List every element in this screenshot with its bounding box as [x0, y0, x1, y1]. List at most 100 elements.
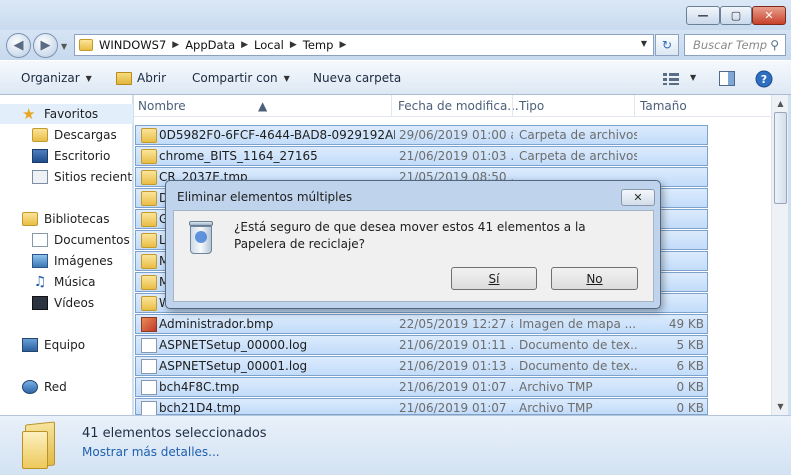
search-icon[interactable]: ⚲ — [770, 38, 779, 52]
file-type: Archivo TMP — [519, 380, 593, 394]
close-window-button[interactable]: ✕ — [752, 6, 786, 25]
folder-icon — [141, 275, 157, 290]
nav-music[interactable]: ♫ Música — [0, 272, 133, 292]
nav-libraries[interactable]: Bibliotecas — [0, 209, 133, 229]
navigation-pane: ★ Favoritos Descargas Escritorio Sitios … — [0, 95, 133, 415]
chevron-down-icon: ▼ — [85, 73, 92, 83]
yes-button[interactable]: Sí — [451, 267, 537, 290]
breadcrumb-separator-icon[interactable]: ▶ — [339, 40, 346, 50]
refresh-button[interactable]: ↻ — [655, 34, 679, 56]
file-row[interactable]: 0D5982F0-6FCF-4644-BAD8-0929192AED27 29/… — [135, 125, 708, 145]
breadcrumb-appdata[interactable]: AppData — [185, 38, 235, 52]
nav-desktop[interactable]: Escritorio — [0, 146, 133, 166]
scroll-up-icon[interactable]: ▲ — [772, 95, 789, 112]
file-type: Carpeta de archivos — [519, 149, 637, 163]
file-row[interactable]: bch4F8C.tmp 21/06/2019 01:07 ... Archivo… — [135, 377, 708, 397]
file-size: 49 KB — [668, 317, 704, 331]
column-name-header[interactable]: Nombre — [138, 99, 186, 113]
show-details-link[interactable]: Mostrar más detalles... — [82, 445, 220, 459]
file-row[interactable]: ASPNETSetup_00000.log 21/06/2019 01:11 .… — [135, 335, 708, 355]
column-type-header[interactable]: Tipo — [519, 99, 544, 113]
breadcrumb-separator-icon[interactable]: ▶ — [241, 40, 248, 50]
file-row[interactable]: Administrador.bmp 22/05/2019 12:27 a... … — [135, 314, 708, 334]
recycle-bin-icon — [188, 221, 214, 255]
downloads-icon — [32, 128, 48, 142]
file-date: 21/06/2019 01:07 ... — [399, 401, 513, 415]
libraries-icon — [22, 212, 38, 226]
nav-libraries-label: Bibliotecas — [44, 212, 110, 226]
nav-recent-label: Sitios recientes — [54, 170, 133, 184]
folder-icon — [141, 212, 157, 227]
share-with-button[interactable]: Compartir con ▼ — [192, 71, 290, 85]
close-icon: ✕ — [633, 191, 643, 204]
nav-images-label: Imágenes — [54, 254, 113, 268]
column-divider[interactable] — [391, 95, 392, 117]
dialog-body: ¿Está seguro de que desea mover estos 41… — [173, 210, 654, 302]
nav-images[interactable]: Imágenes — [0, 251, 133, 271]
file-name: ASPNETSetup_00001.log — [159, 359, 308, 373]
file-type: Documento de tex... — [519, 359, 637, 373]
nav-recent-places[interactable]: Sitios recientes — [0, 167, 133, 187]
nav-favorites[interactable]: ★ Favoritos — [0, 104, 133, 124]
refresh-icon: ↻ — [661, 38, 673, 52]
folder-icon — [141, 170, 157, 185]
nav-network[interactable]: Red — [0, 377, 133, 397]
file-date: 22/05/2019 12:27 a... — [399, 317, 513, 331]
yes-button-label: Sí — [488, 271, 500, 286]
file-type: Carpeta de archivos — [519, 128, 637, 142]
recent-pages-dropdown[interactable]: ▼ — [61, 42, 67, 51]
file-date: 29/06/2019 01:00 a... — [399, 128, 513, 142]
text-document-icon — [141, 359, 157, 374]
file-name: 0D5982F0-6FCF-4644-BAD8-0929192AED27 — [159, 128, 395, 142]
nav-downloads[interactable]: Descargas — [0, 125, 133, 145]
preview-pane-icon[interactable] — [719, 71, 735, 86]
breadcrumb-windows7[interactable]: WINDOWS7 — [99, 38, 166, 52]
nav-documents[interactable]: Documentos — [0, 230, 133, 250]
search-placeholder: Buscar Temp — [693, 38, 768, 52]
dialog-close-button[interactable]: ✕ — [621, 189, 655, 206]
minimize-button[interactable]: — — [686, 6, 720, 25]
organize-button[interactable]: Organizar ▼ — [21, 71, 92, 85]
breadcrumb-local[interactable]: Local — [254, 38, 284, 52]
search-input[interactable]: Buscar Temp ⚲ — [684, 34, 786, 56]
no-button[interactable]: No — [551, 267, 638, 290]
delete-confirmation-dialog: Eliminar elementos múltiples ✕ ¿Está seg… — [165, 180, 661, 309]
folder-icon — [141, 296, 157, 311]
window-titlebar: — ▢ ✕ — [0, 0, 791, 30]
file-size: 5 KB — [676, 338, 704, 352]
help-icon[interactable]: ? — [755, 70, 773, 88]
address-bar[interactable]: WINDOWS7 ▶ AppData ▶ Local ▶ Temp ▶ ▼ — [74, 34, 654, 56]
breadcrumb-temp[interactable]: Temp — [303, 38, 334, 52]
file-row[interactable]: bch21D4.tmp 21/06/2019 01:07 ... Archivo… — [135, 398, 708, 416]
folder-icon — [141, 233, 157, 248]
folder-icon — [79, 39, 93, 51]
column-date-header[interactable]: Fecha de modifica... — [398, 99, 519, 113]
scrollbar-thumb[interactable] — [774, 112, 787, 204]
nav-videos[interactable]: Vídeos — [0, 293, 133, 313]
view-options-icon[interactable] — [663, 73, 679, 85]
column-divider[interactable] — [634, 95, 635, 117]
new-folder-button[interactable]: Nueva carpeta — [313, 71, 401, 85]
network-icon — [22, 380, 38, 394]
file-row[interactable]: ASPNETSetup_00001.log 21/06/2019 01:13 .… — [135, 356, 708, 376]
nav-computer[interactable]: Equipo — [0, 335, 133, 355]
view-dropdown-icon[interactable]: ▼ — [690, 73, 696, 82]
open-button[interactable]: Abrir — [116, 71, 166, 85]
column-divider[interactable] — [512, 95, 513, 117]
breadcrumb-separator-icon[interactable]: ▶ — [172, 40, 179, 50]
file-row[interactable]: chrome_BITS_1164_27165 21/06/2019 01:03 … — [135, 146, 708, 166]
file-type: Documento de tex... — [519, 338, 637, 352]
vertical-scrollbar[interactable]: ▲ ▼ — [771, 95, 788, 415]
breadcrumb-separator-icon[interactable]: ▶ — [290, 40, 297, 50]
forward-button[interactable]: ▶ — [33, 33, 58, 58]
file-date: 21/06/2019 01:03 ... — [399, 149, 513, 163]
maximize-button[interactable]: ▢ — [720, 6, 752, 25]
organize-label: Organizar — [21, 71, 80, 85]
column-size-header[interactable]: Tamaño — [640, 99, 687, 113]
back-button[interactable]: ◀ — [6, 33, 31, 58]
nav-videos-label: Vídeos — [54, 296, 95, 310]
address-history-dropdown[interactable]: ▼ — [641, 39, 647, 48]
file-name: ASPNETSetup_00000.log — [159, 338, 308, 352]
scroll-down-icon[interactable]: ▼ — [772, 398, 789, 415]
desktop-icon — [32, 149, 48, 163]
